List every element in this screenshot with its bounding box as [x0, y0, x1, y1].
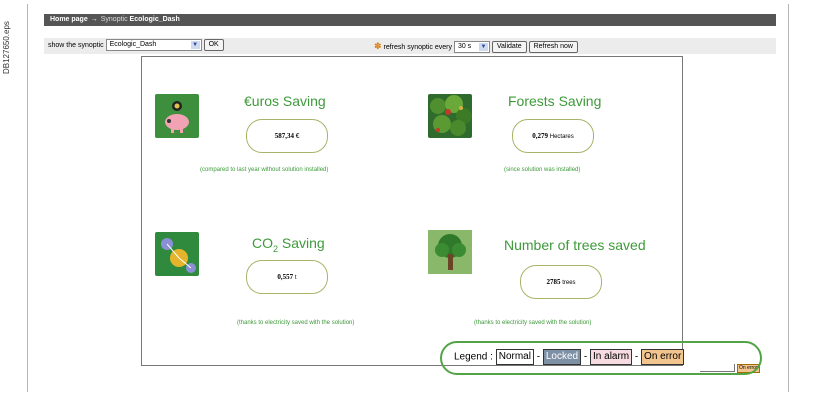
- arrow-icon: →: [90, 16, 98, 23]
- validate-button[interactable]: Validate: [491, 41, 527, 54]
- piggy-bank-icon: [155, 94, 199, 138]
- tree-icon: [428, 230, 472, 274]
- euros-saving-note: (compared to last year without solution …: [200, 167, 329, 173]
- co2-saving-value: 0,557 t: [246, 260, 328, 294]
- legend-on-error: On error: [641, 349, 685, 365]
- trees-saved-unit: trees: [562, 280, 576, 286]
- euros-saving-value: 587,34 €: [246, 119, 328, 153]
- synoptic-selector: show the synoptic Ecologic_Dash ▼ OK: [48, 38, 224, 54]
- synoptic-select[interactable]: Ecologic_Dash ▼: [105, 39, 202, 52]
- synoptic-select-value: Ecologic_Dash: [109, 41, 157, 49]
- refresh-label: refresh synoptic every: [383, 44, 452, 51]
- chevron-down-icon: ▼: [478, 43, 488, 52]
- co2-title-rest: Saving: [278, 235, 325, 251]
- molecule-icon: [155, 232, 199, 276]
- legend-label: Legend :: [454, 351, 493, 363]
- forests-saving-unit: Hectares: [549, 134, 574, 140]
- side-label: DB127650.eps: [2, 21, 11, 74]
- breadcrumb-synoptic-name: Ecologic_Dash: [129, 16, 180, 23]
- breadcrumb: Home page → Synoptic Ecologic_Dash: [44, 14, 776, 26]
- legend-in-alarm: In alarm: [590, 349, 633, 365]
- euros-saving-amount: 587,34 €: [274, 132, 300, 140]
- refresh-interval-select[interactable]: 30 s ▼: [453, 41, 490, 54]
- forests-saving-value: 0,279 Hectares: [512, 119, 594, 153]
- co2-saving-amount: 0,557: [277, 273, 294, 281]
- legend-locked: Locked: [542, 349, 582, 365]
- breadcrumb-home-link[interactable]: Home page: [50, 16, 88, 23]
- chevron-down-icon: ▼: [190, 41, 200, 50]
- legend-separator: -: [634, 351, 639, 363]
- forests-saving-note: (since solution was installed): [504, 167, 581, 173]
- legend-separator: -: [583, 351, 588, 363]
- trees-saved-title: Number of trees saved: [504, 237, 646, 253]
- refresh-controls: ✽ refresh synoptic every 30 s ▼ Validate …: [374, 38, 578, 56]
- ok-button[interactable]: OK: [203, 39, 224, 52]
- refresh-interval-value: 30 s: [457, 43, 472, 51]
- refresh-icon: ✽: [374, 41, 382, 51]
- trees-saved-note: (thanks to electricity saved with the so…: [474, 320, 592, 326]
- co2-saving-title: CO2 Saving: [252, 235, 325, 254]
- forest-icon: [428, 94, 472, 138]
- forests-saving-title: Forests Saving: [508, 93, 602, 109]
- co2-title-main: CO: [252, 235, 273, 251]
- toolbar: show the synoptic Ecologic_Dash ▼ OK ✽ re…: [44, 38, 776, 54]
- legend: Legend : Normal - Locked - In alarm - On…: [454, 349, 685, 366]
- co2-saving-note: (thanks to electricity saved with the so…: [237, 320, 355, 326]
- forests-saving-amount: 0,279: [532, 132, 548, 140]
- legend-normal: Normal: [495, 349, 534, 365]
- co2-saving-unit: t: [294, 275, 297, 281]
- trees-saved-amount: 2785: [546, 278, 561, 286]
- euros-saving-title: €uros Saving: [244, 93, 326, 109]
- legend-separator: -: [536, 351, 541, 363]
- breadcrumb-synoptic-label: Synoptic: [100, 16, 128, 23]
- show-synoptic-label: show the synoptic: [48, 42, 104, 49]
- trees-saved-value: 2785 trees: [520, 265, 602, 299]
- refresh-now-button[interactable]: Refresh now: [528, 41, 578, 54]
- ecologic-dashboard: €uros Saving 587,34 € (compared to last …: [141, 56, 683, 366]
